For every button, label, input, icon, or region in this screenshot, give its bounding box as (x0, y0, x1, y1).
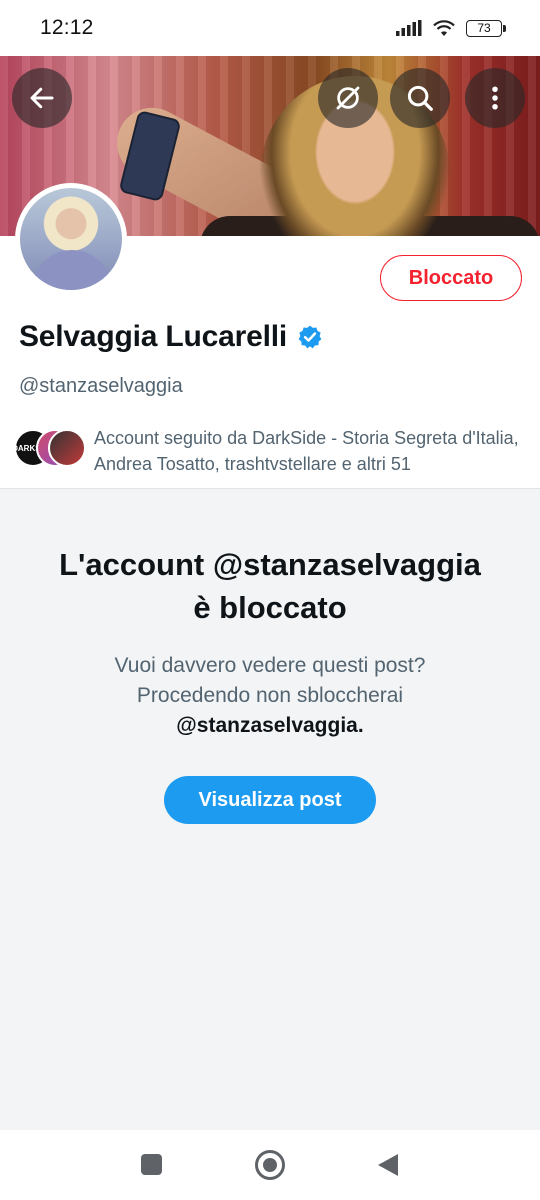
signal-icon (396, 20, 422, 36)
blocked-desc-line1: Vuoi davvero vedere questi post? (114, 654, 426, 677)
view-posts-button[interactable]: Visualizza post (164, 776, 376, 824)
blocked-desc-line2: Procedendo non sbloccherai (136, 684, 404, 707)
followers-avatars: DARKSIDE (12, 429, 86, 469)
followed-by-text: Account seguito da DarkSide - Storia Seg… (94, 428, 519, 474)
avatar-figure (32, 250, 112, 290)
status-icons: 73 (396, 19, 506, 37)
followed-by-row[interactable]: DARKSIDE Account seguito da DarkSide - S… (12, 425, 534, 477)
battery-indicator: 73 (466, 19, 506, 37)
profile-name: Selvaggia Lucarelli (19, 320, 287, 353)
recents-icon[interactable] (141, 1154, 162, 1175)
more-vertical-icon (492, 86, 498, 110)
home-icon[interactable] (255, 1150, 285, 1180)
wifi-icon (433, 20, 455, 36)
status-time: 12:12 (40, 16, 94, 39)
status-bar: 12:12 73 (0, 0, 540, 56)
blocked-title-line2: è bloccato (193, 590, 347, 625)
blocked-button[interactable]: Bloccato (380, 255, 522, 301)
more-button[interactable] (465, 68, 525, 128)
profile-name-row: Selvaggia Lucarelli (19, 320, 323, 354)
search-icon (407, 85, 433, 111)
search-button[interactable] (390, 68, 450, 128)
back-button[interactable] (12, 68, 72, 128)
blocked-notice-description: Vuoi davvero vedere questi post? Procede… (0, 651, 540, 741)
profile-handle: @stanzaselvaggia (19, 375, 183, 397)
system-nav-bar (0, 1130, 540, 1200)
blocked-desc-handle: @stanzaselvaggia. (176, 714, 364, 737)
grok-icon (336, 86, 360, 110)
blocked-title-line1: L'account @stanzaselvaggia (59, 547, 481, 582)
blocked-notice-title: L'account @stanzaselvaggia è bloccato (0, 543, 540, 629)
arrow-left-icon (30, 87, 54, 109)
verified-badge-icon[interactable] (297, 324, 323, 350)
profile-avatar[interactable] (15, 183, 127, 295)
back-triangle-icon[interactable] (378, 1154, 398, 1176)
grok-button[interactable] (318, 68, 378, 128)
follower-avatar (48, 429, 86, 467)
